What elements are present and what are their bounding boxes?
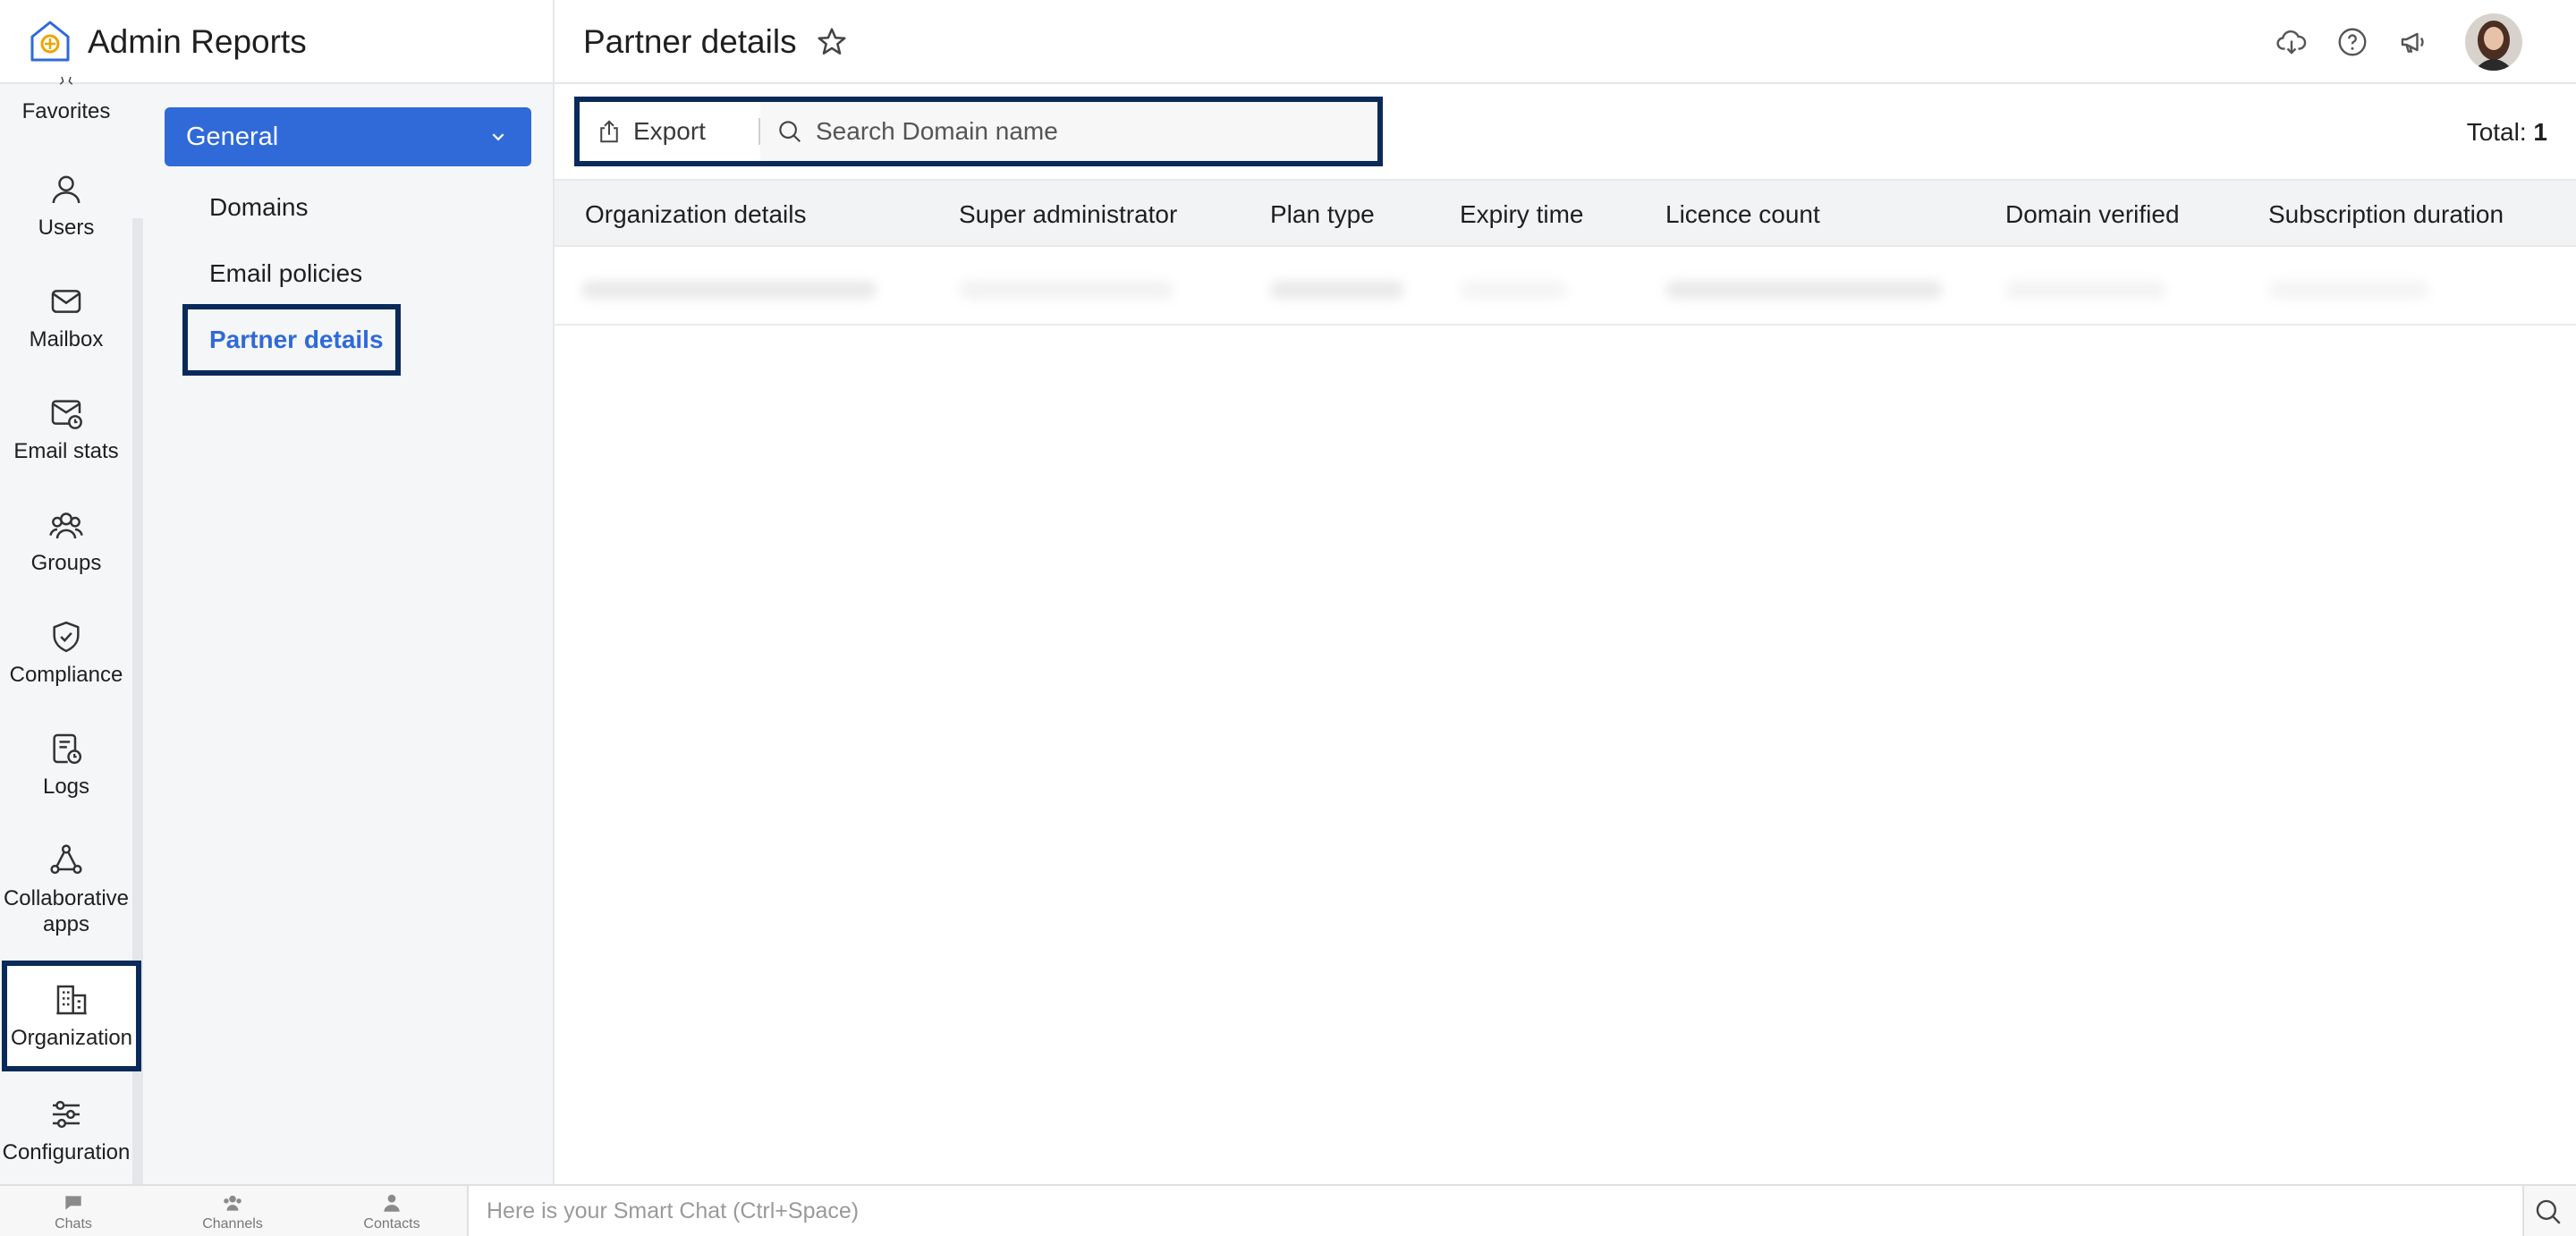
shield-check-icon bbox=[53, 621, 80, 653]
column-header-licence-count[interactable]: Licence count bbox=[1665, 200, 1820, 229]
contact-person-icon bbox=[384, 1194, 400, 1212]
bottom-tab-chats[interactable]: Chats bbox=[20, 1191, 127, 1232]
redacted-cell bbox=[1665, 281, 1943, 299]
rail-item-label: Configuration bbox=[2, 1140, 131, 1164]
search-icon bbox=[779, 121, 801, 143]
rail-item-organization[interactable]: Organization bbox=[2, 961, 141, 1071]
rail-item-label: Organization bbox=[10, 1025, 133, 1050]
table-toolbar: Export bbox=[574, 97, 1383, 166]
export-icon bbox=[600, 120, 618, 143]
total-label: Total: bbox=[2466, 118, 2527, 146]
column-header-super-administrator[interactable]: Super administrator bbox=[959, 200, 1177, 229]
bottom-bar: Chats Channels Contacts bbox=[0, 1184, 2576, 1236]
redacted-cell bbox=[2268, 281, 2429, 299]
bottom-tab-label: Channels bbox=[202, 1216, 263, 1232]
rail-item-configuration[interactable]: Configuration bbox=[0, 1096, 132, 1165]
bottom-tab-label: Chats bbox=[55, 1216, 92, 1232]
collaborative-apps-icon bbox=[50, 844, 82, 875]
column-header-organization-details[interactable]: Organization details bbox=[585, 200, 806, 229]
rail-item-label: Mailbox bbox=[29, 327, 104, 351]
column-header-plan-type[interactable]: Plan type bbox=[1270, 200, 1375, 229]
logs-icon bbox=[53, 733, 82, 765]
cloud-download-icon[interactable] bbox=[2275, 26, 2308, 58]
redacted-cell bbox=[1460, 281, 1567, 299]
rail-item-email-stats[interactable]: Email stats bbox=[0, 395, 132, 464]
table-header: Organization details Super administrator… bbox=[555, 179, 2576, 247]
bottom-tab-contacts[interactable]: Contacts bbox=[338, 1191, 445, 1232]
export-label: Export bbox=[633, 117, 706, 145]
subnav-item-domains[interactable]: Domains bbox=[209, 193, 308, 222]
favorite-star-icon[interactable] bbox=[815, 25, 849, 59]
secondary-nav: General Domains Email policies Partner d… bbox=[143, 84, 555, 1184]
table-row[interactable] bbox=[555, 247, 2576, 326]
redacted-cell bbox=[1270, 281, 1404, 299]
rail-item-label: Compliance bbox=[9, 663, 123, 687]
redacted-cell bbox=[581, 281, 877, 299]
subnav-item-email-policies[interactable]: Email policies bbox=[209, 259, 362, 288]
groups-icon bbox=[49, 512, 83, 539]
subnav-item-partner-details[interactable]: Partner details bbox=[209, 326, 384, 354]
page-title: Partner details bbox=[583, 23, 797, 60]
rail-item-groups[interactable]: Groups bbox=[0, 507, 132, 576]
rail-item-users[interactable]: Users bbox=[0, 172, 132, 241]
module-rail: Favorites Users Mailbox Email stats Grou… bbox=[0, 77, 143, 1184]
main-content: Export Total: 1 Organization details Sup… bbox=[555, 84, 2576, 1184]
column-header-expiry-time[interactable]: Expiry time bbox=[1460, 200, 1583, 229]
page-header: Partner details bbox=[583, 0, 849, 84]
announcements-icon[interactable] bbox=[2397, 26, 2429, 58]
total-count: Total: 1 bbox=[2467, 118, 2547, 147]
general-group-dropdown[interactable]: General bbox=[165, 107, 531, 166]
rail-item-label: Email stats bbox=[13, 439, 119, 463]
bottom-tab-label: Contacts bbox=[363, 1216, 420, 1232]
smart-chat-input[interactable] bbox=[487, 1198, 2097, 1224]
channels-people-icon bbox=[224, 1195, 242, 1211]
favorites-icon bbox=[59, 77, 73, 85]
admin-reports-logo-icon bbox=[30, 21, 70, 62]
email-stats-icon bbox=[51, 400, 82, 429]
user-icon bbox=[52, 175, 80, 204]
group-label: General bbox=[186, 122, 279, 151]
redacted-cell bbox=[959, 281, 1174, 299]
sliders-icon bbox=[53, 1100, 80, 1129]
column-header-subscription-duration[interactable]: Subscription duration bbox=[2268, 200, 2504, 229]
search-box[interactable] bbox=[760, 102, 1377, 161]
rail-item-label: Favorites bbox=[21, 99, 111, 123]
export-button[interactable]: Export bbox=[580, 102, 758, 161]
chevron-down-icon bbox=[492, 133, 504, 141]
rail-item-collaborative-apps[interactable]: Collaborative apps bbox=[0, 842, 132, 937]
rail-item-favorites[interactable]: Favorites bbox=[0, 77, 132, 124]
app-title: Admin Reports bbox=[88, 23, 307, 60]
total-value: 1 bbox=[2533, 118, 2547, 146]
app-brand: Admin Reports bbox=[0, 0, 555, 84]
search-domain-input[interactable] bbox=[816, 117, 1352, 146]
rail-item-compliance[interactable]: Compliance bbox=[0, 619, 132, 688]
redacted-cell bbox=[2005, 281, 2166, 299]
user-avatar[interactable] bbox=[2465, 13, 2522, 71]
rail-item-label: Collaborative apps bbox=[3, 886, 130, 936]
organization-building-icon bbox=[56, 985, 87, 1014]
rail-item-label: Users bbox=[38, 216, 95, 240]
rail-item-label: Logs bbox=[42, 775, 90, 799]
search-icon[interactable] bbox=[2533, 1197, 2563, 1227]
rail-item-mailbox[interactable]: Mailbox bbox=[0, 284, 132, 352]
top-bar: Admin Reports Partner details bbox=[0, 0, 2576, 84]
smart-chat-bar[interactable] bbox=[467, 1186, 2524, 1236]
mail-icon bbox=[51, 290, 81, 313]
rail-item-label: Groups bbox=[30, 551, 102, 575]
bottom-tab-channels[interactable]: Channels bbox=[179, 1191, 286, 1232]
rail-item-logs[interactable]: Logs bbox=[0, 731, 132, 800]
column-header-domain-verified[interactable]: Domain verified bbox=[2005, 200, 2180, 229]
help-icon[interactable] bbox=[2336, 26, 2368, 58]
top-actions bbox=[2275, 0, 2522, 84]
chat-bubble-icon bbox=[65, 1196, 81, 1210]
